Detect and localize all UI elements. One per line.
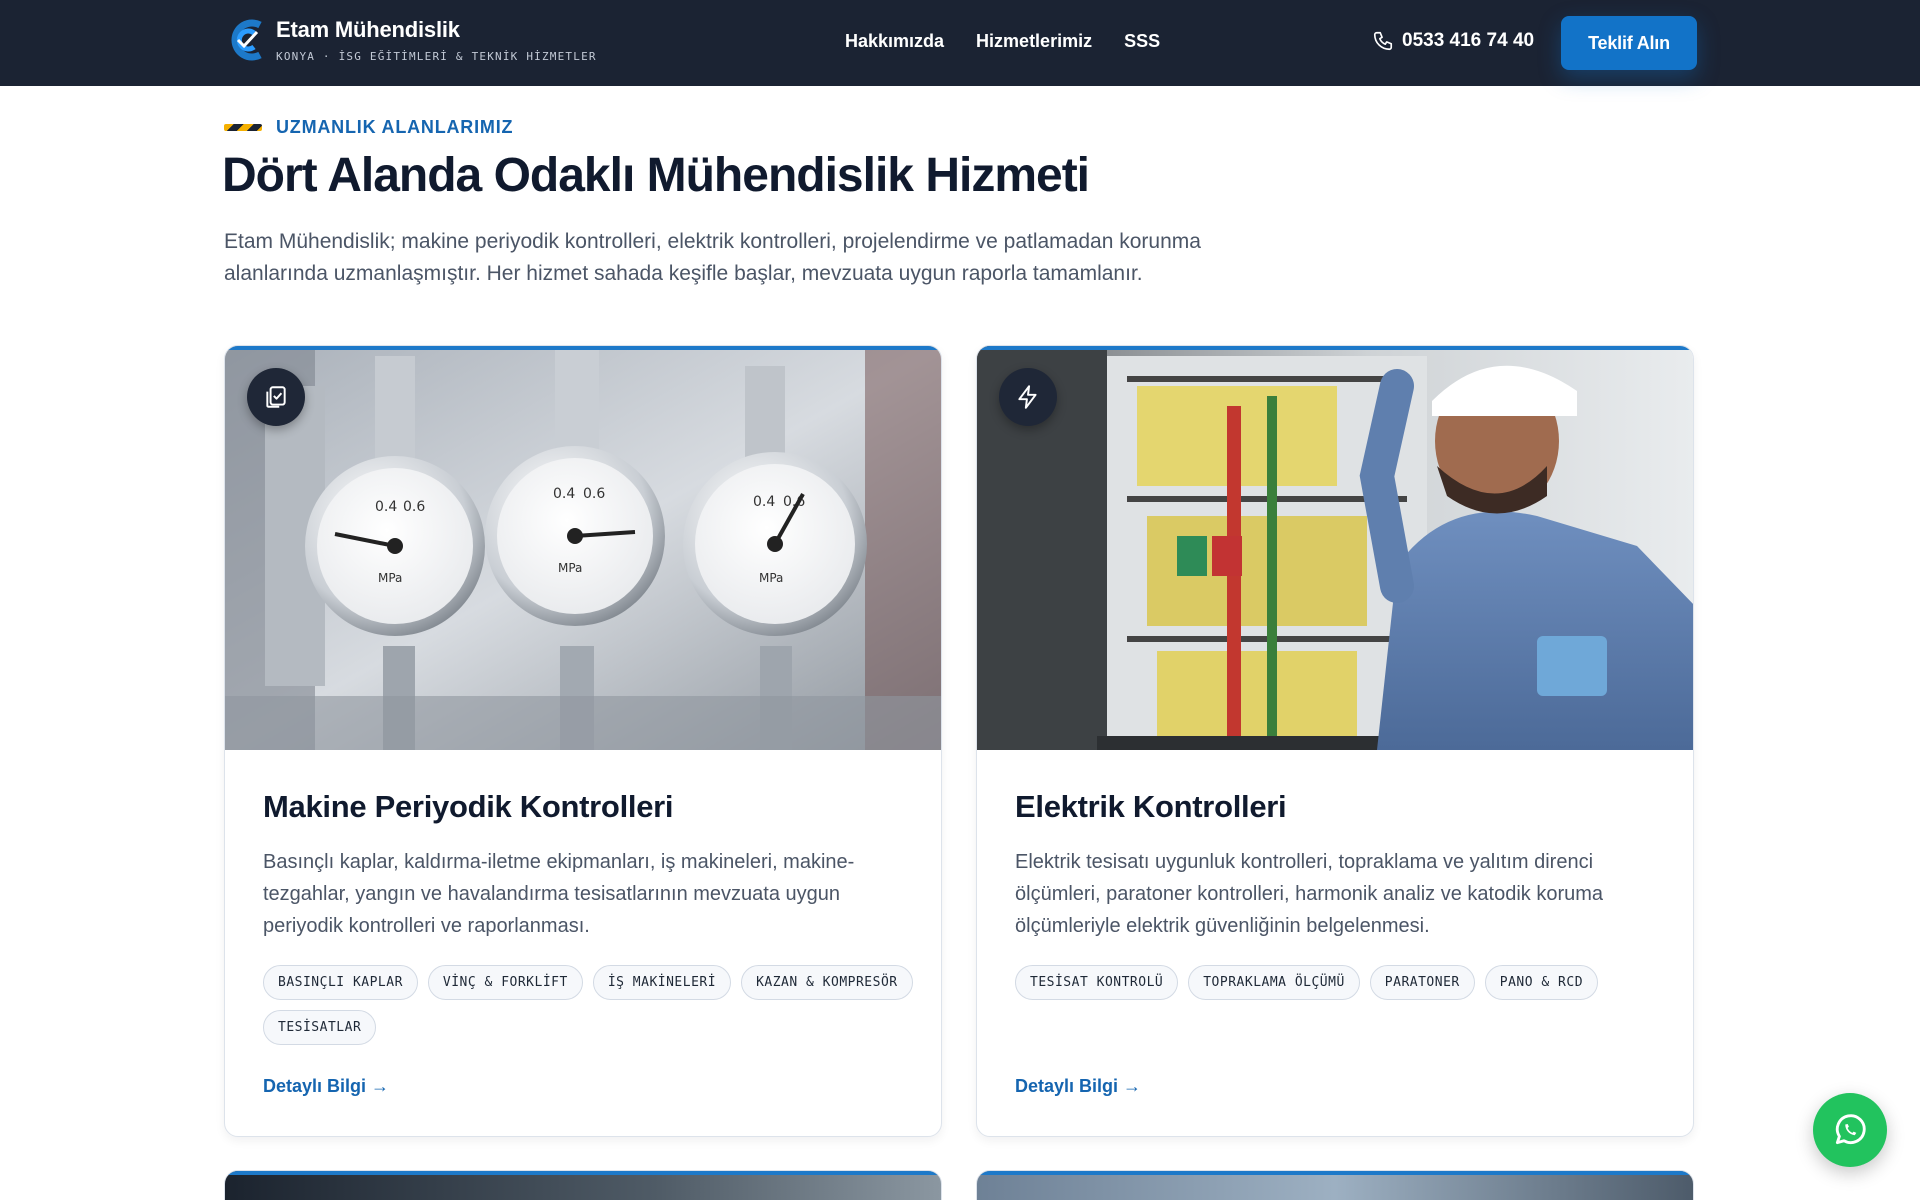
details-link[interactable]: Detaylı Bilgi → [1015, 1076, 1141, 1097]
tag: TOPRAKLAMA ÖLÇÜMÜ [1188, 965, 1360, 1000]
wire-bundle-icon [1137, 386, 1367, 746]
section-lead: Etam Mühendislik; makine periyodik kontr… [224, 230, 1201, 285]
card-description: Basınçlı kaplar, kaldırma-iletme ekipman… [263, 851, 855, 937]
service-card-machine: 0.4 0.6 MPa 0.4 0.6 MPa 0.4 0.6 MPa Maki… [224, 345, 942, 1137]
clipboard-check-icon [247, 368, 305, 426]
pressure-gauges-photo: 0.4 0.6 MPa 0.4 0.6 MPa 0.4 0.6 MPa [225, 346, 941, 750]
tag: BASINÇLI KAPLAR [263, 965, 418, 1000]
svg-text:MPa: MPa [759, 571, 783, 585]
tag-list: TESİSAT KONTROLÜ TOPRAKLAMA ÖLÇÜMÜ PARAT… [1015, 965, 1675, 1000]
site-header: Etam Mühendislik KONYA · İSG EĞİTİMLERİ … [0, 0, 1920, 86]
tag: TESİSAT KONTROLÜ [1015, 965, 1179, 1000]
electrician-panel-photo [977, 346, 1693, 750]
tag: VİNÇ & FORKLİFT [427, 965, 583, 1000]
gauge-right-icon: 0.4 0.6 MPa [683, 452, 867, 636]
tag: KAZAN & KOMPRESÖR [741, 965, 913, 1000]
card-title: Makine Periyodik Kontrolleri [263, 789, 674, 824]
details-link[interactable]: Detaylı Bilgi → [263, 1076, 389, 1097]
tag: PARATONER [1369, 965, 1475, 1000]
gauge-center-icon: 0.4 0.6 MPa [485, 446, 665, 626]
svg-text:0.4: 0.4 [553, 486, 575, 502]
phone-icon [1373, 31, 1393, 51]
whatsapp-button[interactable] [1813, 1093, 1887, 1167]
svg-text:0.6: 0.6 [583, 486, 605, 502]
brand-tagline: KONYA · İSG EĞİTİMLERİ & TEKNİK HİZMETLE… [276, 50, 597, 63]
gauge-left-icon: 0.4 0.6 MPa [305, 456, 485, 636]
section-eyebrow: UZMANLIK ALANLARIMIZ [224, 117, 513, 138]
section-title: Dört Alanda Odaklı Mühendislik Hizmeti [222, 149, 1090, 202]
brand-logo-icon [231, 19, 262, 61]
brand[interactable]: Etam Mühendislik KONYA · İSG EĞİTİMLERİ … [224, 15, 597, 65]
phone-number: 0533 416 74 40 [1402, 30, 1535, 51]
whatsapp-icon [1835, 1114, 1866, 1145]
lightning-icon [999, 368, 1057, 426]
service-card-electrical: Elektrik Kontrolleri Elektrik tesisatı u… [976, 345, 1694, 1137]
tag: İŞ MAKİNELERİ [592, 965, 732, 1000]
tag-list: BASINÇLI KAPLAR VİNÇ & FORKLİFT İŞ MAKİN… [263, 965, 923, 1045]
service-card-peek [224, 1170, 942, 1200]
hazard-stripe [224, 124, 262, 131]
get-quote-button[interactable]: Teklif Alın [1561, 16, 1697, 70]
svg-text:0.4: 0.4 [375, 499, 397, 515]
nav-item-faq[interactable]: SSS [1124, 31, 1160, 52]
tag: PANO & RCD [1484, 965, 1599, 1000]
svg-text:MPa: MPa [558, 561, 582, 575]
nav-item-about[interactable]: Hakkımızda [845, 31, 944, 52]
svg-text:MPa: MPa [378, 571, 402, 585]
brand-name: Etam Mühendislik [276, 17, 460, 42]
main-nav: Hakkımızda Hizmetlerimiz SSS [845, 31, 1160, 52]
svg-text:0.4: 0.4 [753, 494, 775, 510]
card-description: Elektrik tesisatı uygunluk kontrolleri, … [1015, 851, 1604, 937]
eyebrow-label: UZMANLIK ALANLARIMIZ [276, 117, 514, 137]
service-card-peek [976, 1170, 1694, 1200]
phone-link[interactable]: 0533 416 74 40 [1372, 30, 1534, 52]
svg-text:0.6: 0.6 [403, 499, 425, 515]
card-title: Elektrik Kontrolleri [1015, 789, 1287, 824]
nav-item-services[interactable]: Hizmetlerimiz [976, 31, 1092, 52]
tag: TESİSATLAR [263, 1010, 377, 1045]
